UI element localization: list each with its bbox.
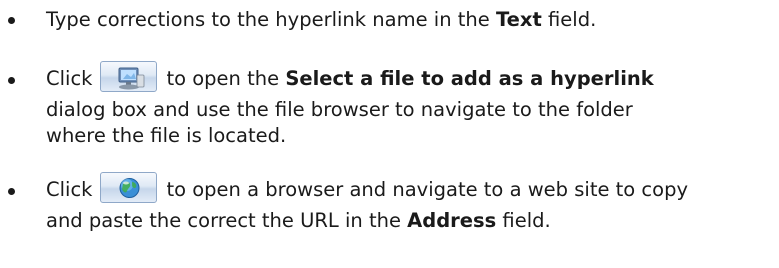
text-segment: field. xyxy=(541,8,597,31)
open-browser-button[interactable] xyxy=(100,172,158,203)
text-segment: Type corrections to the hyperlink name i… xyxy=(46,8,496,31)
text-segment: to open the xyxy=(166,67,286,90)
text-line: dialog box and use the file browser to n… xyxy=(46,98,633,121)
browse-file-button[interactable] xyxy=(100,61,158,92)
bullet-icon xyxy=(8,77,15,84)
address-field-name: Address xyxy=(407,209,497,232)
list-item-text: Click to open a browser and navigate to … xyxy=(46,172,771,234)
bullet-icon xyxy=(8,188,15,195)
dialog-name: Select a file to add as a hyperlink xyxy=(285,67,654,90)
text-segment: and paste the correct the URL in the xyxy=(46,209,408,232)
text-segment: Click xyxy=(46,178,93,201)
text-segment: field. xyxy=(496,209,551,232)
list-item-text: Click to open the Select a file to add a… xyxy=(46,61,771,149)
text-field-name: Text xyxy=(495,8,542,31)
computer-icon xyxy=(118,67,145,90)
bullet-icon xyxy=(8,17,15,24)
text-segment: to open a browser and navigate to a web … xyxy=(166,178,688,201)
globe-icon xyxy=(119,178,140,198)
text-segment: Click xyxy=(46,67,93,90)
list-item-text: Type corrections to the hyperlink name i… xyxy=(46,7,771,33)
text-line: where the file is located. xyxy=(46,124,287,147)
